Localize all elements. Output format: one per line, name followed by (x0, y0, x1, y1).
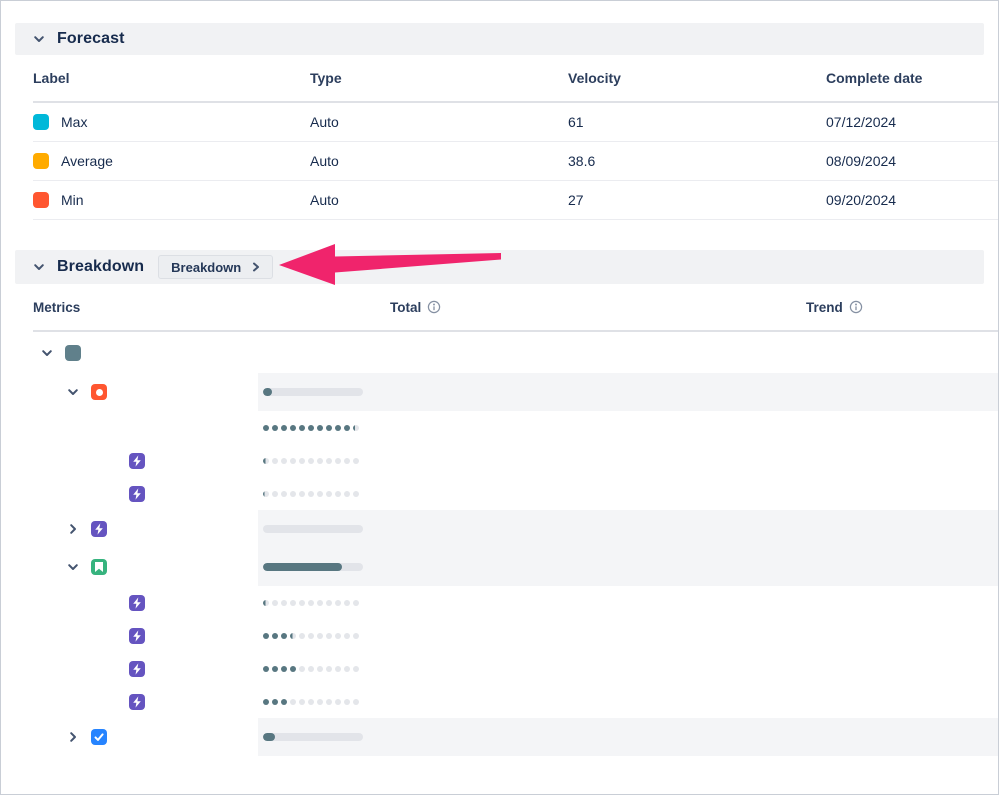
story-icon (91, 559, 107, 575)
progress-bar (263, 424, 363, 431)
forecast-row-label: Min (61, 192, 84, 208)
epic-icon (129, 693, 145, 710)
series-color-swatch (33, 153, 49, 169)
breakdown-tree-row (1, 652, 998, 685)
progress-bar (263, 563, 363, 571)
progress-bar (263, 698, 363, 705)
breakdown-col-metrics: Metrics (33, 299, 81, 315)
task-icon (91, 729, 107, 745)
breakdown-table-body (1, 332, 998, 756)
forecast-table: Label Type Velocity Complete date Max Au… (33, 55, 998, 220)
info-icon[interactable] (427, 300, 441, 314)
forecast-col-velocity: Velocity (568, 70, 621, 86)
forecast-row-velocity: 61 (568, 114, 584, 130)
chevron-down-icon[interactable] (39, 345, 55, 361)
epic-icon (129, 627, 145, 644)
breakdown-tree-row (1, 586, 998, 619)
breakdown-section-header[interactable]: Breakdown Breakdown (15, 250, 984, 284)
breakdown-tree-row (1, 373, 998, 411)
progress-bar (263, 388, 363, 396)
forecast-section-header[interactable]: Forecast (15, 23, 984, 55)
epic-icon (129, 660, 145, 677)
chevron-right-icon (250, 261, 262, 273)
forecast-row-complete-date: 08/09/2024 (826, 153, 897, 169)
forecast-row-label: Average (61, 153, 113, 169)
chevron-down-icon[interactable] (65, 559, 81, 575)
bug-icon (91, 384, 107, 400)
chevron-down-icon[interactable] (31, 259, 47, 275)
progress-bar (263, 665, 363, 672)
forecast-row-velocity: 38.6 (568, 153, 596, 169)
velocity-report-page: Forecast Label Type Velocity Complete da… (0, 0, 999, 795)
progress-bar (263, 525, 363, 533)
breakdown-tree-row (1, 332, 998, 373)
progress-bar (263, 733, 363, 741)
epic-icon (129, 452, 145, 469)
epic-icon (129, 594, 145, 611)
forecast-row-velocity: 27 (568, 192, 584, 208)
top-spacer (1, 1, 998, 23)
breakdown-tree-row (1, 477, 998, 510)
breakdown-tree-row (1, 619, 998, 652)
forecast-row-type: Auto (310, 153, 339, 169)
breakdown-tree-row (1, 444, 998, 477)
breakdown-col-trend-label: Trend (806, 299, 843, 315)
forecast-table-row: Max Auto 61 07/12/2024 (33, 103, 998, 142)
breakdown-nav-button-label: Breakdown (171, 259, 242, 275)
breakdown-tree-row (1, 510, 998, 548)
forecast-row-complete-date: 07/12/2024 (826, 114, 897, 130)
forecast-col-complete-date: Complete date (826, 70, 923, 86)
breakdown-col-total: Total (390, 300, 806, 315)
breakdown-nav-button[interactable]: Breakdown (158, 255, 274, 279)
forecast-section-title: Forecast (57, 30, 125, 47)
progress-bar (263, 457, 363, 464)
epic-icon (129, 485, 145, 502)
chevron-down-icon[interactable] (31, 31, 47, 47)
series-color-swatch (33, 114, 49, 130)
chevron-right-icon[interactable] (65, 521, 81, 537)
progress-bar (263, 599, 363, 606)
forecast-row-complete-date: 09/20/2024 (826, 192, 897, 208)
forecast-table-row: Average Auto 38.6 08/09/2024 (33, 142, 998, 181)
breakdown-col-total-label: Total (390, 299, 422, 315)
breakdown-col-trend: Trend (806, 300, 863, 315)
breakdown-tree-row (1, 718, 998, 756)
breakdown-tree-row (1, 685, 998, 718)
forecast-row-label: Max (61, 114, 88, 130)
forecast-row-type: Auto (310, 192, 339, 208)
breakdown-table: Metrics Total Trend (1, 284, 998, 756)
forecast-col-type: Type (310, 70, 342, 86)
info-icon[interactable] (849, 300, 863, 314)
remaining-work-icon (65, 344, 81, 361)
forecast-row-type: Auto (310, 114, 339, 130)
breakdown-tree-row (1, 411, 998, 444)
series-color-swatch (33, 192, 49, 208)
breakdown-tree-row (1, 548, 998, 586)
progress-bar (263, 632, 363, 639)
breakdown-table-header: Metrics Total Trend (33, 284, 998, 332)
breakdown-section-title: Breakdown (57, 258, 145, 275)
forecast-table-row: Min Auto 27 09/20/2024 (33, 181, 998, 220)
forecast-col-label: Label (33, 70, 70, 86)
epic-icon (91, 521, 107, 537)
chevron-right-icon[interactable] (65, 729, 81, 745)
forecast-table-header: Label Type Velocity Complete date (33, 55, 998, 103)
forecast-table-body: Max Auto 61 07/12/2024 Average Auto 38.6… (33, 103, 998, 220)
chevron-down-icon[interactable] (65, 384, 81, 400)
progress-bar (263, 490, 363, 497)
